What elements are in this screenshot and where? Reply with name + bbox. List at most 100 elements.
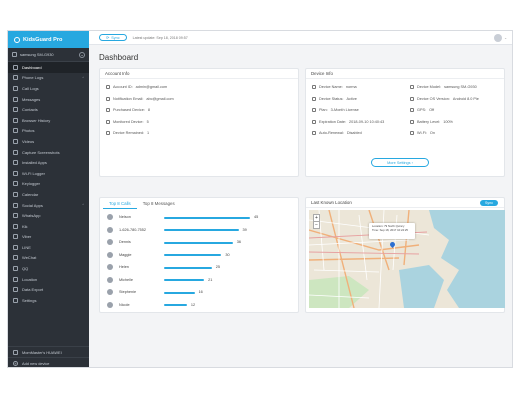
shield-logo-icon (14, 36, 20, 43)
sidebar-item-social-apps[interactable]: Social Apps ^ (8, 200, 89, 211)
call-count-bar (164, 254, 222, 256)
sidebar-item-wi-fi-logger[interactable]: Wi-Fi Logger (8, 168, 89, 179)
sidebar-item-capture-screenshots[interactable]: Capture Screenshots (8, 147, 89, 158)
sidebar-item-kik[interactable]: Kik (8, 221, 89, 232)
brand-header[interactable]: KidsGuard Pro (8, 31, 89, 48)
sidebar-item-keylogger[interactable]: Keylogger (8, 179, 89, 190)
sidebar-item-contacts[interactable]: Contacts (8, 104, 89, 115)
info-value: admin@gmail.com (135, 85, 168, 89)
call-count-value: 39 (242, 227, 247, 232)
sidebar-item-label: Call Logs (22, 85, 39, 91)
location-popup: Location: 79 North Quincy Time: Sep 18, … (369, 223, 415, 239)
sidebar-item-line[interactable]: LINE (8, 242, 89, 253)
sidebar-item-videos[interactable]: Videos (8, 136, 89, 147)
app-window: KidsGuard Pro samsung SM-G930 ⌄ Dashboar… (7, 30, 513, 368)
call-count-value: 12 (190, 302, 196, 307)
info-label: Notification Email: (113, 96, 144, 101)
sidebar-device-huawei[interactable]: MomMaster's HUAWEI (8, 346, 89, 357)
message-icon (13, 96, 18, 102)
sidebar-item-calendar[interactable]: Calendar (8, 189, 89, 200)
sidebar-item-label: Data Export (22, 287, 44, 293)
location-sync-button[interactable]: Sync (480, 200, 498, 206)
arrow-right-icon: › (411, 160, 413, 165)
chevron-down-icon[interactable]: ⌄ (79, 51, 85, 58)
sidebar-item-browser-history[interactable]: Browser History (8, 115, 89, 126)
sidebar-item-whatsapp[interactable]: WhatsApp (8, 210, 89, 221)
export-icon (13, 287, 18, 293)
settings-icon (13, 297, 18, 303)
location-title: Last Known Location (306, 198, 504, 208)
more-settings-button[interactable]: More Settings › (371, 158, 429, 167)
renew-icon (312, 131, 316, 135)
sidebar-item-photos[interactable]: Photos (8, 126, 89, 137)
call-count-bar (164, 241, 233, 244)
chevron-down-icon[interactable]: ⌄ (504, 36, 507, 40)
device-selector[interactable]: samsung SM-G930 ⌄ (8, 48, 89, 62)
sync-button[interactable]: ⟳ Sync (99, 34, 127, 41)
sidebar-item-location[interactable]: Location (8, 274, 89, 285)
info-value: 3-Month License (330, 108, 359, 112)
call-count-bar (164, 291, 195, 294)
call-count-bar (164, 229, 239, 231)
info-row: Plan: 3-Month License (312, 108, 359, 112)
sidebar-item-messages[interactable]: Messages (8, 94, 89, 105)
contact-name: Nelson (119, 215, 131, 219)
contact-avatar (107, 276, 113, 283)
sidebar-item-qq[interactable]: QQ (8, 263, 89, 274)
call-row[interactable]: Dennis 36 (100, 237, 290, 249)
zoom-out-button[interactable]: − (314, 221, 319, 228)
info-row: Account ID: admin@gmail.com (106, 85, 167, 89)
call-row[interactable]: 1-626-780-7552 39 (100, 225, 290, 237)
info-label: Device Status: (319, 96, 344, 101)
sidebar-item-label: Videos (22, 138, 35, 144)
sidebar-item-wechat[interactable]: WeChat (8, 253, 89, 264)
map[interactable]: + − Location: 79 North Quincy Time: Sep … (309, 210, 505, 308)
sidebar-item-installed-apps[interactable]: Installed Apps (8, 157, 89, 168)
contact-name: Michelle (119, 277, 133, 282)
account-info-card: Account Info Account ID: admin@gmail.com N… (99, 68, 299, 177)
call-row[interactable]: Maggie 30 (100, 250, 290, 262)
info-label: Plan: (319, 108, 328, 112)
call-count-bar (164, 266, 212, 269)
user-avatar[interactable] (494, 34, 502, 42)
social-icon (13, 202, 18, 208)
call-row[interactable]: Michelle 21 (100, 275, 290, 287)
device-info-title: Device Info (306, 69, 504, 79)
info-value: Android 8.0 Pie (452, 96, 479, 101)
info-row: Monitored Device: 5 (106, 119, 149, 124)
contact-name: Nicole (119, 302, 130, 307)
info-value: samsung SM-G930 (444, 85, 477, 89)
apps-icon (13, 160, 18, 166)
call-row[interactable]: Helen 25 (100, 262, 290, 274)
info-value: On (429, 131, 435, 135)
sidebar-device-label: MomMaster's HUAWEI (22, 349, 62, 355)
plan-icon (312, 108, 316, 112)
add-device-button[interactable]: + Add new device (8, 357, 89, 367)
sidebar-item-viber[interactable]: Viber (8, 232, 89, 243)
sidebar-item-call-logs[interactable]: Call Logs (8, 83, 89, 94)
tabs: Top 8 Calls Top 8 Messages (103, 198, 181, 209)
popup-time: Time: Sep 18, 2017 10:24:25 (372, 227, 408, 232)
info-value: 2018-09-10 10:40:43 (349, 119, 385, 124)
account-info-title: Account Info (100, 69, 298, 79)
status-icon (312, 96, 316, 101)
sidebar-item-label: Settings (22, 297, 37, 303)
sidebar-item-data-export[interactable]: Data Export (8, 284, 89, 295)
info-value: norma (345, 85, 357, 89)
info-label: Purchased Device: (113, 108, 145, 112)
chevron-up-icon[interactable]: ^ (82, 203, 84, 207)
sidebar-item-settings[interactable]: Settings (8, 295, 89, 306)
call-row[interactable]: Nelson 45 (100, 212, 290, 224)
call-row[interactable]: Nicole 12 (100, 300, 290, 312)
sidebar-item-dashboard[interactable]: Dashboard (8, 62, 89, 73)
sidebar-item-phone-logs[interactable]: Phone Logs ^ (8, 73, 89, 84)
call-row[interactable]: Stephenie 16 (100, 287, 290, 299)
zoom-controls: + − (313, 214, 320, 229)
sidebar-item-label: Dashboard (22, 64, 42, 70)
tab-top-messages[interactable]: Top 8 Messages (137, 198, 181, 209)
call-count-bar (164, 279, 205, 281)
contact-name: Dennis (119, 240, 131, 244)
contact-avatar (107, 239, 113, 245)
tab-top-calls[interactable]: Top 8 Calls (103, 198, 137, 209)
chevron-up-icon[interactable]: ^ (82, 76, 84, 80)
